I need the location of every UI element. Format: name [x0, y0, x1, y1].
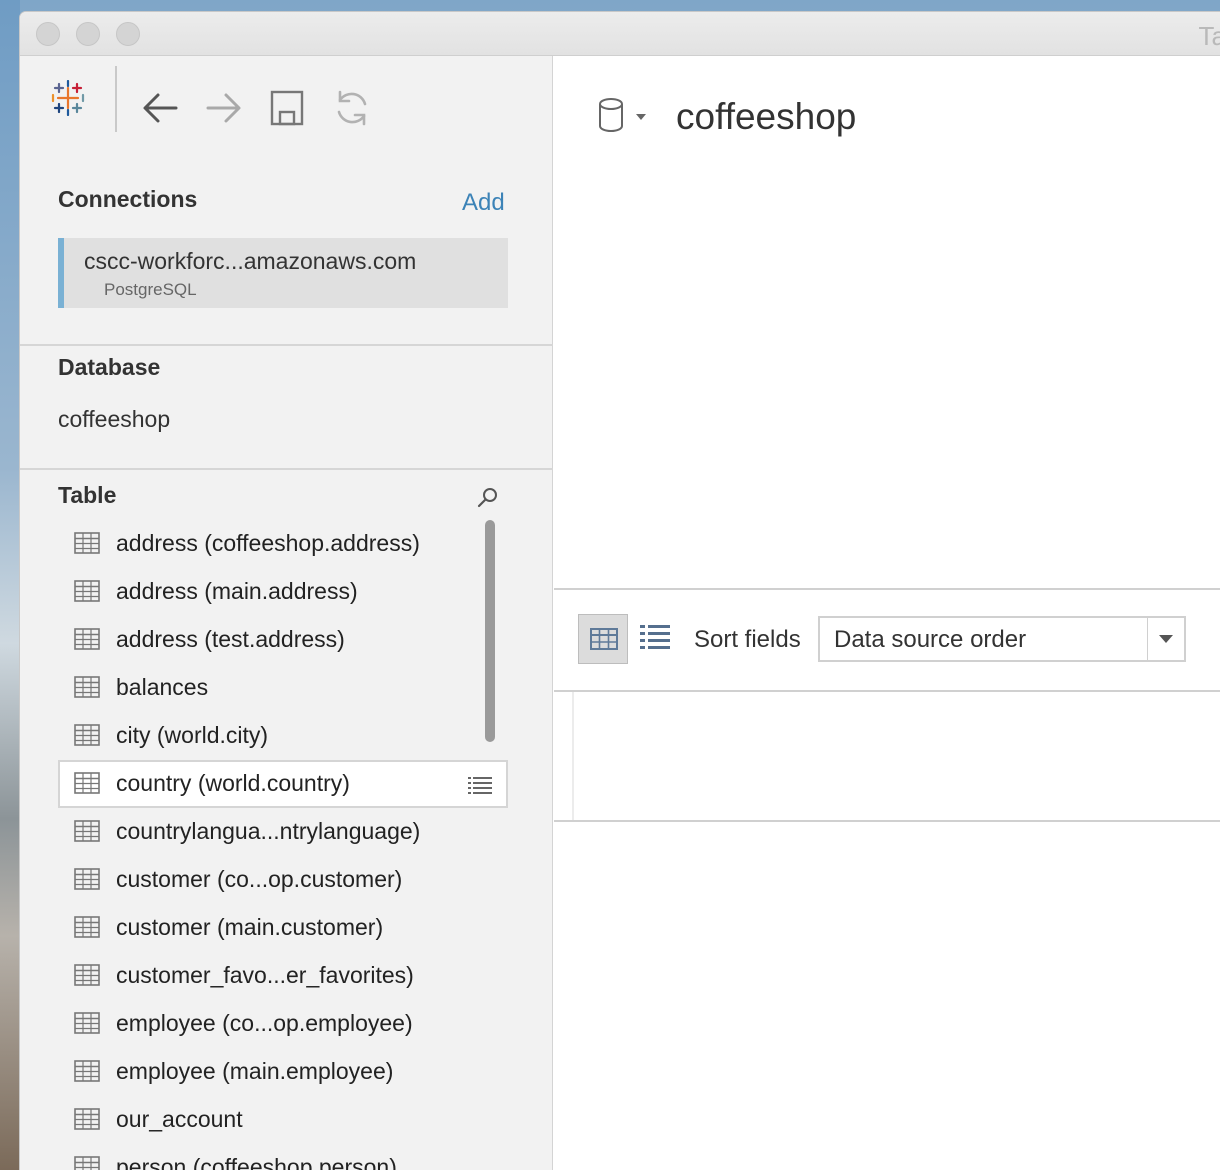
table-list-item[interactable]: customer_favo...er_favorites) — [58, 952, 508, 1000]
window-title: Ta — [1198, 21, 1220, 51]
back-arrow-icon[interactable] — [140, 88, 180, 128]
table-icon — [74, 1060, 100, 1088]
connection-name: cscc-workforc...amazonaws.com — [84, 248, 417, 274]
add-connection-link[interactable]: Add — [462, 189, 505, 217]
table-icon — [74, 868, 100, 896]
table-icon — [74, 628, 100, 656]
table-icon — [74, 676, 100, 704]
table-item-label: address (main.address) — [116, 578, 358, 604]
view-data-icon[interactable] — [468, 774, 492, 801]
grid-bottom-border — [554, 820, 1220, 822]
table-item-label: customer (co...op.customer) — [116, 866, 403, 892]
data-grid-column-divider — [572, 692, 574, 820]
table-item-label: our_account — [116, 1106, 243, 1132]
sort-fields-value: Data source order — [834, 626, 1027, 653]
toolbar — [20, 56, 553, 156]
canvas-divider — [554, 588, 1220, 590]
connections-heading: Connections — [58, 186, 198, 212]
table-list-item[interactable]: customer (co...op.customer) — [58, 856, 508, 904]
title-bar: Ta — [20, 12, 1220, 56]
table-list-item[interactable]: balances — [58, 664, 508, 712]
refresh-icon[interactable] — [332, 88, 372, 128]
zoom-window-button[interactable] — [116, 22, 140, 46]
table-list-item[interactable]: address (main.address) — [58, 568, 508, 616]
connection-item[interactable]: cscc-workforc...amazonaws.com PostgreSQL — [58, 238, 508, 308]
table-item-label: customer (main.customer) — [116, 914, 384, 940]
grid-view-button[interactable] — [578, 614, 628, 664]
table-icon — [74, 916, 100, 944]
database-heading: Database — [58, 354, 161, 380]
table-list-item[interactable]: countrylangua...ntrylanguage) — [58, 808, 508, 856]
chevron-down-icon — [1159, 635, 1173, 643]
table-icon — [74, 580, 100, 608]
list-view-icon[interactable] — [640, 624, 670, 650]
table-list-item[interactable]: our_account — [58, 1096, 508, 1144]
table-item-label: employee (co...op.employee) — [116, 1010, 413, 1036]
data-source-pane: coffeeshop Sort fields Data source order — [554, 56, 1220, 1170]
table-icon — [74, 772, 100, 800]
table-list: address (coffeeshop.address) address (mai… — [58, 520, 508, 1170]
table-icon — [74, 964, 100, 992]
table-item-label: balances — [116, 674, 209, 700]
search-icon[interactable] — [476, 486, 500, 510]
database-icon[interactable] — [598, 96, 650, 136]
section-divider — [20, 344, 553, 346]
table-item-label: employee (main.employee) — [116, 1058, 394, 1084]
toolbar-separator — [115, 66, 117, 132]
table-icon — [74, 532, 100, 560]
sort-fields-label: Sort fields — [694, 626, 801, 653]
app-window: Ta Connections Add cscc-workforc...amazo… — [20, 12, 1220, 1170]
grid-icon — [590, 628, 618, 650]
sort-fields-dropdown[interactable]: Data source order — [818, 616, 1186, 662]
table-icon — [74, 1156, 100, 1170]
database-selector[interactable]: coffeeshop — [58, 406, 170, 433]
table-list-item[interactable]: city (world.city) — [58, 712, 508, 760]
grid-top-border — [554, 690, 1220, 692]
table-item-label: address (test.address) — [116, 626, 345, 652]
table-list-item[interactable]: customer (main.customer) — [58, 904, 508, 952]
tableau-logo-icon[interactable] — [50, 80, 86, 116]
table-item-label: country (world.country) — [116, 770, 350, 796]
table-icon — [74, 724, 100, 752]
table-list-item[interactable]: employee (main.employee) — [58, 1048, 508, 1096]
minimize-window-button[interactable] — [76, 22, 100, 46]
forward-arrow-icon[interactable] — [204, 88, 244, 128]
table-item-label: city (world.city) — [116, 722, 269, 748]
desktop-background — [0, 0, 20, 1170]
table-list-scrollbar[interactable] — [485, 520, 495, 742]
table-item-label: countrylangua...ntrylanguage) — [116, 818, 421, 844]
table-item-label: address (coffeeshop.address) — [116, 530, 420, 556]
left-pane: Connections Add cscc-workforc...amazonaw… — [20, 56, 553, 1170]
table-icon — [74, 1108, 100, 1136]
table-list-item[interactable]: address (coffeeshop.address) — [58, 520, 508, 568]
table-item-label: customer_favo...er_favorites) — [116, 962, 414, 988]
table-list-item[interactable]: employee (co...op.employee) — [58, 1000, 508, 1048]
connection-type: PostgreSQL — [104, 280, 197, 299]
table-item-label: person (coffeeshop.person) — [116, 1154, 397, 1170]
table-list-item[interactable]: country (world.country) — [58, 760, 508, 808]
table-heading: Table — [58, 482, 117, 508]
table-list-item[interactable]: person (coffeeshop.person) — [58, 1144, 508, 1170]
data-source-name[interactable]: coffeeshop — [676, 96, 856, 138]
section-divider — [20, 468, 553, 470]
dropdown-divider — [1147, 618, 1148, 660]
table-icon — [74, 1012, 100, 1040]
save-icon[interactable] — [270, 90, 304, 126]
table-icon — [74, 820, 100, 848]
close-window-button[interactable] — [36, 22, 60, 46]
table-list-item[interactable]: address (test.address) — [58, 616, 508, 664]
